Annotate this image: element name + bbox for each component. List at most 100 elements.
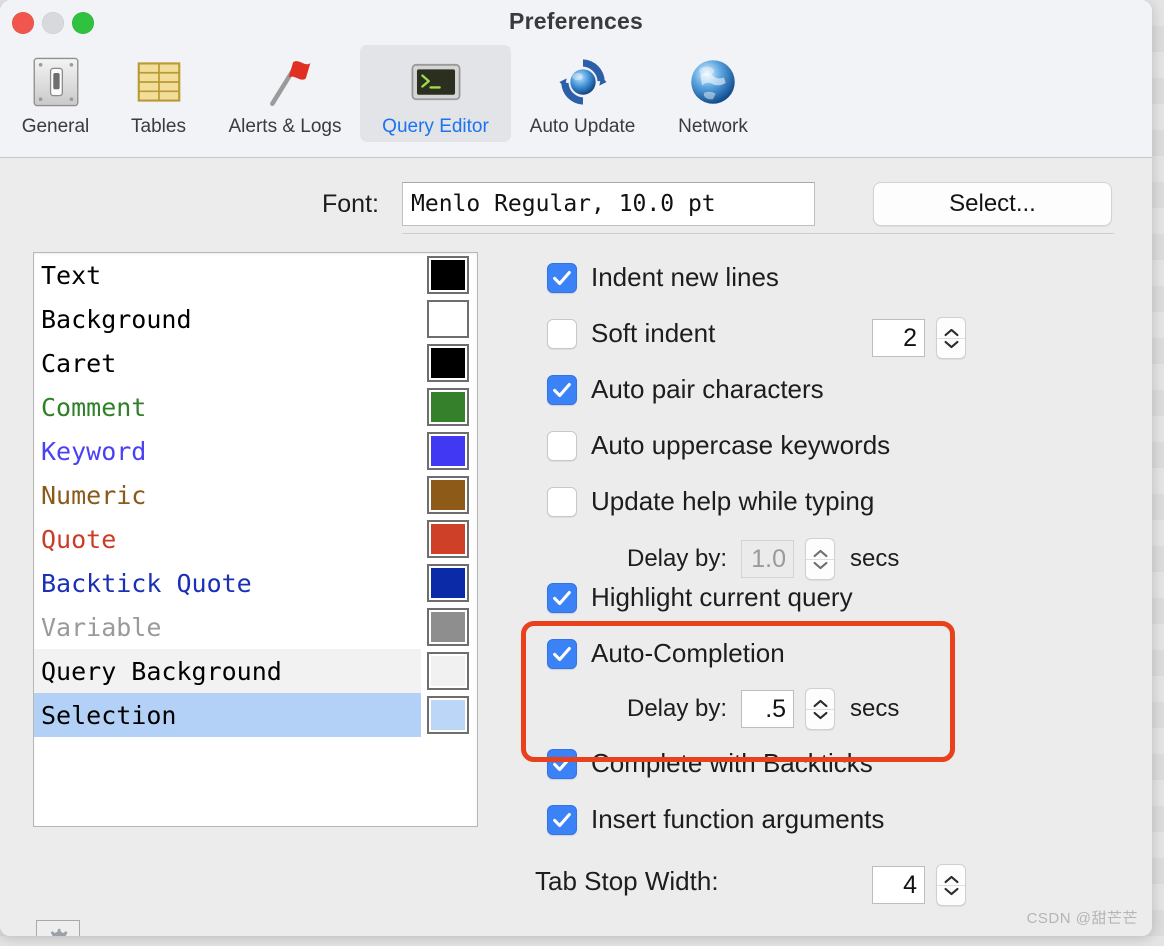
gear-icon <box>50 928 68 936</box>
color-swatch-fill <box>431 260 465 290</box>
color-swatch-button[interactable] <box>427 652 469 690</box>
color-list-row[interactable]: Numeric <box>34 473 421 517</box>
checkmark-icon <box>553 756 571 771</box>
color-list-row-label: Backtick Quote <box>41 568 252 598</box>
option-label: Update help while typing <box>591 486 875 516</box>
theme-actions-button[interactable] <box>36 920 80 936</box>
tab-stop-width-value-group[interactable]: 4 <box>872 864 966 906</box>
soft-indent-input[interactable]: 2 <box>872 319 925 357</box>
option-soft-indent[interactable]: Soft indent <box>547 318 715 349</box>
color-swatch-button[interactable] <box>427 564 469 602</box>
editor-options: Indent new lines Soft indent 2 Auto pair… <box>535 158 1135 936</box>
option-insert-function-arguments[interactable]: Insert function arguments <box>547 804 884 835</box>
option-label: Auto pair characters <box>591 374 824 404</box>
color-list-row[interactable]: Selection <box>34 693 421 737</box>
toolbar-item-general[interactable]: General <box>4 45 107 142</box>
checkbox-indent-new-lines[interactable] <box>547 262 577 293</box>
color-list-row[interactable]: Text <box>34 253 421 297</box>
auto-completion-delay-group[interactable]: Delay by: .5 secs <box>627 688 899 730</box>
color-theme-list[interactable]: Text Background Caret Comment Keyword Numeric… <box>33 252 478 827</box>
checkbox-highlight-current-query[interactable] <box>547 582 577 613</box>
color-swatch-button[interactable] <box>427 344 469 382</box>
checkbox-auto-completion[interactable] <box>547 638 577 669</box>
switch-icon <box>23 51 89 113</box>
toolbar-item-label: Auto Update <box>529 116 636 137</box>
toolbar-item-label: Alerts & Logs <box>228 116 342 137</box>
auto-completion-delay-stepper[interactable] <box>805 688 836 730</box>
color-list-row[interactable]: Variable <box>34 605 421 649</box>
toolbar-item-auto-update[interactable]: Auto Update <box>511 45 654 142</box>
option-auto-completion[interactable]: Auto-Completion <box>547 638 785 669</box>
option-label: Auto-Completion <box>591 638 785 668</box>
toolbar-item-label: Network <box>678 116 748 137</box>
color-list-row-label: Selection <box>41 700 177 730</box>
auto-completion-delay-input[interactable]: .5 <box>741 690 795 728</box>
checkbox-soft-indent[interactable] <box>547 318 577 349</box>
color-swatch-button[interactable] <box>427 388 469 426</box>
update-help-delay-stepper[interactable] <box>805 538 836 580</box>
color-swatch-button[interactable] <box>427 608 469 646</box>
color-swatch-button[interactable] <box>427 476 469 514</box>
watermark: CSDN @甜芒芒 <box>1026 910 1138 927</box>
option-auto-pair-characters[interactable]: Auto pair characters <box>547 374 824 405</box>
option-complete-with-backticks[interactable]: Complete with Backticks <box>547 748 873 779</box>
auto-completion-delay-units: secs <box>850 695 900 722</box>
checkbox-insert-function-arguments[interactable] <box>547 804 577 835</box>
terminal-icon <box>403 51 469 113</box>
checkbox-update-help-while-typing[interactable] <box>547 486 577 517</box>
color-swatch-fill <box>431 700 465 730</box>
color-swatch-button[interactable] <box>427 300 469 338</box>
toolbar-item-label: General <box>21 116 90 137</box>
option-indent-new-lines[interactable]: Indent new lines <box>547 262 779 293</box>
color-list-row[interactable]: Comment <box>34 385 421 429</box>
color-list-row[interactable]: Background <box>34 297 421 341</box>
color-swatch-fill <box>431 612 465 642</box>
color-list-row[interactable]: Keyword <box>34 429 421 473</box>
tab-stop-width-label-group: Tab Stop Width: <box>535 866 719 897</box>
tab-stop-width-input[interactable]: 4 <box>872 866 925 904</box>
color-list-row[interactable]: Backtick Quote <box>34 561 421 605</box>
soft-indent-value-group[interactable]: 2 <box>872 317 966 359</box>
checkmark-icon <box>553 590 571 605</box>
option-label: Indent new lines <box>591 262 779 292</box>
chevron-down-icon <box>944 887 958 895</box>
checkbox-auto-pair-characters[interactable] <box>547 374 577 405</box>
option-highlight-current-query[interactable]: Highlight current query <box>547 582 853 613</box>
soft-indent-stepper[interactable] <box>936 317 966 359</box>
update-help-delay-input[interactable]: 1.0 <box>741 540 795 578</box>
toolbar-item-query-editor[interactable]: Query Editor <box>360 45 511 142</box>
option-update-help-while-typing[interactable]: Update help while typing <box>547 486 874 517</box>
option-label: Insert function arguments <box>591 804 885 834</box>
color-swatch-button[interactable] <box>427 256 469 294</box>
color-list-row[interactable]: Query Background <box>34 649 421 693</box>
color-swatch-fill <box>431 480 465 510</box>
toolbar-item-tables[interactable]: Tables <box>107 45 210 142</box>
color-list-row[interactable]: Caret <box>34 341 421 385</box>
color-list-row-label: Comment <box>41 392 147 422</box>
chevron-down-icon <box>813 711 828 719</box>
color-swatch-fill <box>431 436 465 466</box>
toolbar-item-network[interactable]: Network <box>654 45 772 142</box>
chevron-down-icon <box>944 340 958 348</box>
color-list-row-label: Quote <box>41 524 117 554</box>
checkbox-complete-with-backticks[interactable] <box>547 748 577 779</box>
color-list-row-label: Background <box>41 304 192 334</box>
chevron-up-icon <box>944 328 958 336</box>
preferences-window: Preferences General Tables Alerts & Logs… <box>0 0 1152 936</box>
tab-stop-width-stepper[interactable] <box>936 864 966 906</box>
checkmark-icon <box>553 646 571 661</box>
preferences-content: Font: Menlo Regular, 10.0 pt Select... T… <box>0 158 1152 936</box>
update-help-delay-units: secs <box>850 545 900 572</box>
option-auto-uppercase-keywords[interactable]: Auto uppercase keywords <box>547 430 890 461</box>
toolbar-item-alerts-logs[interactable]: Alerts & Logs <box>210 45 360 142</box>
checkbox-auto-uppercase-keywords[interactable] <box>547 430 577 461</box>
chevron-down-icon <box>813 561 828 569</box>
color-swatch-button[interactable] <box>427 520 469 558</box>
update-help-delay-group[interactable]: Delay by: 1.0 secs <box>627 538 899 580</box>
option-label: Highlight current query <box>591 582 853 612</box>
checkmark-icon <box>553 382 571 397</box>
color-list-row[interactable]: Quote <box>34 517 421 561</box>
color-swatch-button[interactable] <box>427 696 469 734</box>
color-swatch-button[interactable] <box>427 432 469 470</box>
color-list-row-label: Keyword <box>41 436 147 466</box>
